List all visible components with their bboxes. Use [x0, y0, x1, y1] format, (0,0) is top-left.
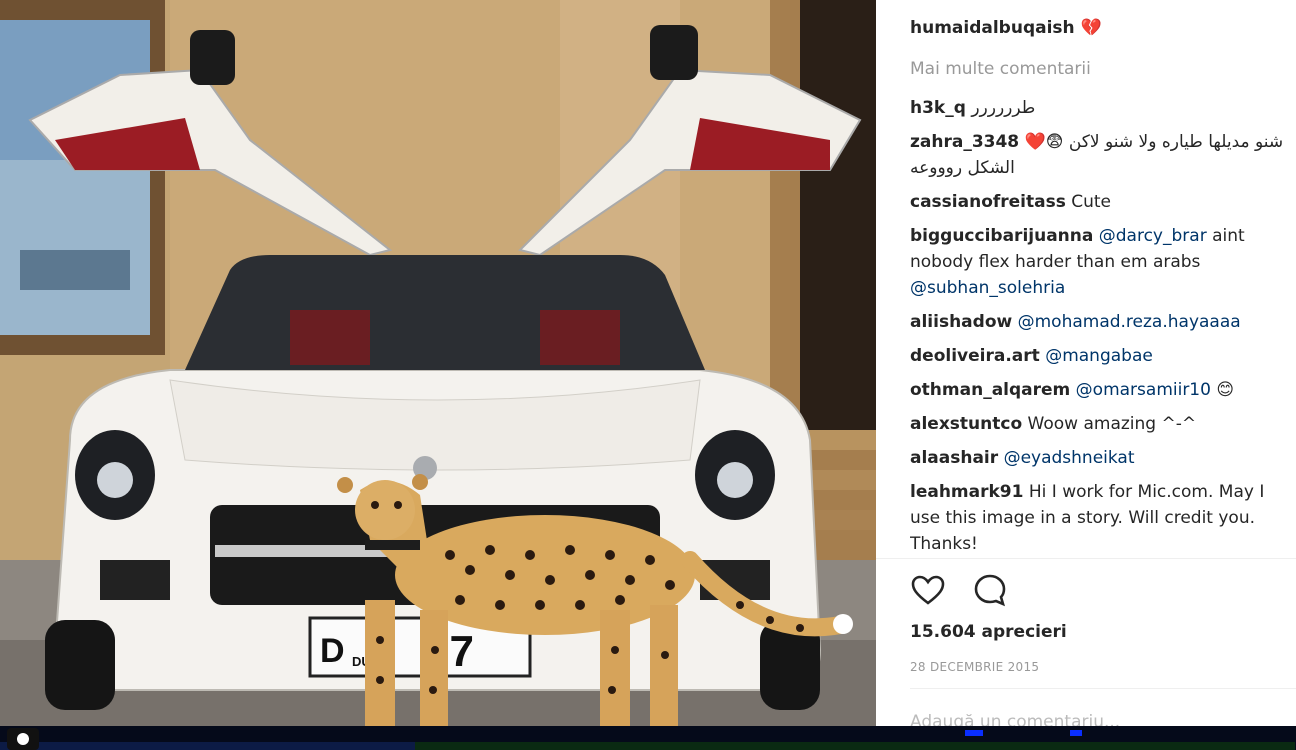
- comment-username[interactable]: leahmark91: [910, 482, 1023, 502]
- comment-item: cassianofreitass Cute: [910, 189, 1296, 215]
- post-owner: humaidalbuqaish 💔: [910, 18, 1102, 38]
- camera-icon[interactable]: [6, 722, 40, 750]
- plate-letter: D: [320, 632, 345, 670]
- comment-item: deoliveira.art @mangabae: [910, 343, 1296, 369]
- add-comment-input[interactable]: Adaugă un comentariu...: [910, 712, 1120, 726]
- taskbar: [0, 726, 1296, 750]
- comment-bubble-icon: [974, 574, 1006, 607]
- comment-mention-link[interactable]: @omarsamiir10: [1076, 380, 1211, 400]
- comment-item: alaashair @eyadshneikat: [910, 445, 1296, 471]
- comment-item: othman_alqarem @omarsamiir10 😊: [910, 377, 1296, 403]
- comment-text: طرررررر: [971, 98, 1036, 118]
- comment-button[interactable]: [972, 572, 1008, 608]
- comment-username[interactable]: aliishadow: [910, 312, 1012, 332]
- comment-username[interactable]: deoliveira.art: [910, 346, 1040, 366]
- comment-mention-link[interactable]: @eyadshneikat: [1004, 448, 1135, 468]
- comment-mention-link[interactable]: @subhan_solehria: [910, 278, 1065, 298]
- comment-text: Cute: [1071, 192, 1112, 212]
- comment-item: alexstuntco Woow amazing ^-^: [910, 411, 1296, 437]
- comment-item: zahra_3348 ❤️😨 شنو مديلها طياره ولا شنو …: [910, 129, 1296, 181]
- comment-item: h3k_q طرررررر: [910, 95, 1296, 121]
- instagram-post: D DUBAI 77: [0, 0, 1296, 726]
- likes-count[interactable]: 15.604 aprecieri: [910, 622, 1067, 642]
- comment-item: aliishadow @mohamad.reza.hayaaaa: [910, 309, 1296, 335]
- comment-mention-link[interactable]: @mangabae: [1045, 346, 1153, 366]
- comment-username[interactable]: alexstuntco: [910, 414, 1022, 434]
- comment-text: 😊: [1210, 380, 1235, 400]
- post-date[interactable]: 28 DECEMBRIE 2015: [910, 660, 1039, 674]
- taskbar-indicator: [965, 730, 983, 736]
- like-button[interactable]: [910, 572, 946, 608]
- owner-username[interactable]: humaidalbuqaish: [910, 18, 1075, 38]
- comment-mention-link[interactable]: @darcy_brar: [1099, 226, 1207, 246]
- taskbar-segment: [415, 742, 1295, 750]
- post-photo[interactable]: D DUBAI 77: [0, 0, 876, 726]
- comment-text: Woow amazing ^-^: [1027, 414, 1197, 434]
- comment-username[interactable]: bigguccibarijuanna: [910, 226, 1093, 246]
- broken-heart-emoji: 💔: [1080, 18, 1102, 38]
- comment-list: h3k_q طرررررر zahra_3348 ❤️😨 شنو مديلها ط…: [910, 95, 1296, 557]
- comment-username[interactable]: alaashair: [910, 448, 998, 468]
- comment-item: bigguccibarijuanna @darcy_brar aint nobo…: [910, 223, 1296, 301]
- load-more-comments-link[interactable]: Mai multe comentarii: [910, 59, 1091, 79]
- comment-mention-link[interactable]: @mohamad.reza.hayaaaa: [1018, 312, 1241, 332]
- heart-icon: [911, 575, 945, 605]
- divider: [910, 688, 1296, 689]
- action-bar: [910, 572, 1008, 608]
- comment-username[interactable]: othman_alqarem: [910, 380, 1070, 400]
- comment-username[interactable]: h3k_q: [910, 98, 966, 118]
- post-sidebar: humaidalbuqaish 💔 Mai multe comentarii h…: [876, 0, 1296, 726]
- taskbar-segment: [0, 742, 415, 750]
- taskbar-indicator: [1070, 730, 1082, 736]
- comment-item: leahmark91 Hi I work for Mic.com. May I …: [910, 479, 1296, 557]
- post-image: D DUBAI 77: [0, 0, 876, 726]
- divider: [876, 558, 1296, 559]
- comment-username[interactable]: zahra_3348: [910, 132, 1019, 152]
- comment-username[interactable]: cassianofreitass: [910, 192, 1066, 212]
